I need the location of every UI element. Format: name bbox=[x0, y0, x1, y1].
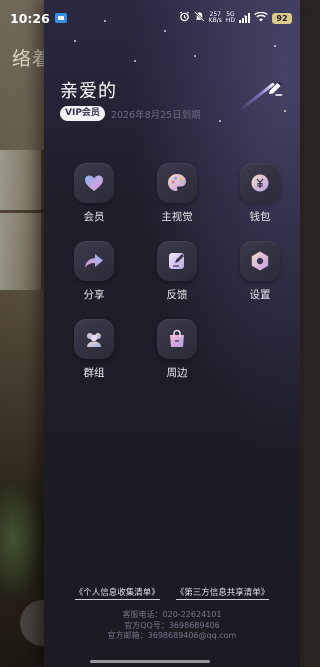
battery-indicator: 92 bbox=[272, 12, 292, 24]
shopping-bag-icon bbox=[157, 319, 197, 359]
heart-icon bbox=[74, 163, 114, 203]
menu-item-feedback[interactable]: 反馈 bbox=[145, 241, 209, 302]
alarm-icon bbox=[179, 11, 190, 25]
settings-icon bbox=[240, 241, 280, 281]
signal-icon bbox=[239, 13, 250, 23]
menu-item-label: 主视觉 bbox=[161, 211, 193, 223]
menu-item-wallet[interactable]: 钱包 bbox=[228, 163, 292, 224]
network-sub-label: HD bbox=[225, 17, 235, 24]
menu-item-label: 反馈 bbox=[166, 289, 188, 301]
menu-item-label: 周边 bbox=[166, 367, 188, 379]
wifi-icon bbox=[254, 11, 268, 25]
network-type: 5G HD bbox=[226, 12, 235, 24]
notification-app-icon bbox=[54, 13, 67, 23]
privacy-list-link[interactable]: 《个人信息收集清单》 bbox=[74, 586, 160, 600]
edit-profile-icon[interactable] bbox=[266, 80, 284, 98]
menu-item-main-visual[interactable]: 主视觉 bbox=[145, 163, 209, 224]
third-party-list-link[interactable]: 《第三方信息共享清单》 bbox=[175, 586, 270, 600]
network-speed: 257 KB/s bbox=[208, 11, 222, 25]
mute-icon bbox=[193, 11, 205, 25]
contact-email: 官方邮箱：3698689406@qq.com bbox=[107, 631, 237, 640]
menu-item-label: 分享 bbox=[83, 289, 105, 301]
share-icon bbox=[74, 241, 114, 281]
contact-info: 客服电话：020-22624101 官方QQ号：3698689406 官方邮箱：… bbox=[44, 610, 300, 642]
menu-item-settings[interactable]: 设置 bbox=[228, 241, 292, 302]
home-indicator[interactable] bbox=[90, 660, 210, 663]
status-time: 10:26 bbox=[10, 10, 50, 26]
status-right-group: 257 KB/s 5G HD 92 bbox=[179, 11, 292, 25]
contact-qq: 官方QQ号：3698689406 bbox=[124, 620, 220, 630]
vip-status-row: VIP会员 2026年8月25日到期 bbox=[60, 106, 201, 121]
user-name[interactable]: 亲爱的 bbox=[60, 77, 117, 103]
menu-item-membership[interactable]: 会员 bbox=[62, 163, 126, 224]
vip-expire-date: 2026年8月25日到期 bbox=[110, 109, 201, 121]
network-speed-unit: KB/s bbox=[208, 17, 222, 24]
background-window bbox=[0, 150, 44, 290]
side-drawer: 亲爱的 VIP会员 2026年8月25日到期 会员 主视觉 钱包 分享 反馈 设… bbox=[44, 0, 300, 667]
menu-item-label: 钱包 bbox=[249, 211, 271, 223]
contact-phone: 客服电话：020-22624101 bbox=[122, 610, 222, 619]
background-plant bbox=[0, 480, 44, 600]
wallet-icon bbox=[240, 163, 280, 203]
feedback-icon bbox=[157, 241, 197, 281]
menu-item-label: 设置 bbox=[249, 289, 271, 301]
palette-icon bbox=[157, 163, 197, 203]
menu-item-label: 会员 bbox=[83, 211, 105, 223]
menu-item-share[interactable]: 分享 bbox=[62, 241, 126, 302]
menu-item-merch[interactable]: 周边 bbox=[145, 319, 209, 380]
menu-item-label: 群组 bbox=[83, 367, 105, 379]
group-icon bbox=[74, 319, 114, 359]
status-bar: 10:26 257 KB/s 5G HD 92 bbox=[0, 0, 300, 36]
menu-item-group[interactable]: 群组 bbox=[62, 319, 126, 380]
vip-badge[interactable]: VIP会员 bbox=[60, 106, 105, 121]
legal-links: 《个人信息收集清单》 《第三方信息共享清单》 bbox=[44, 586, 300, 600]
